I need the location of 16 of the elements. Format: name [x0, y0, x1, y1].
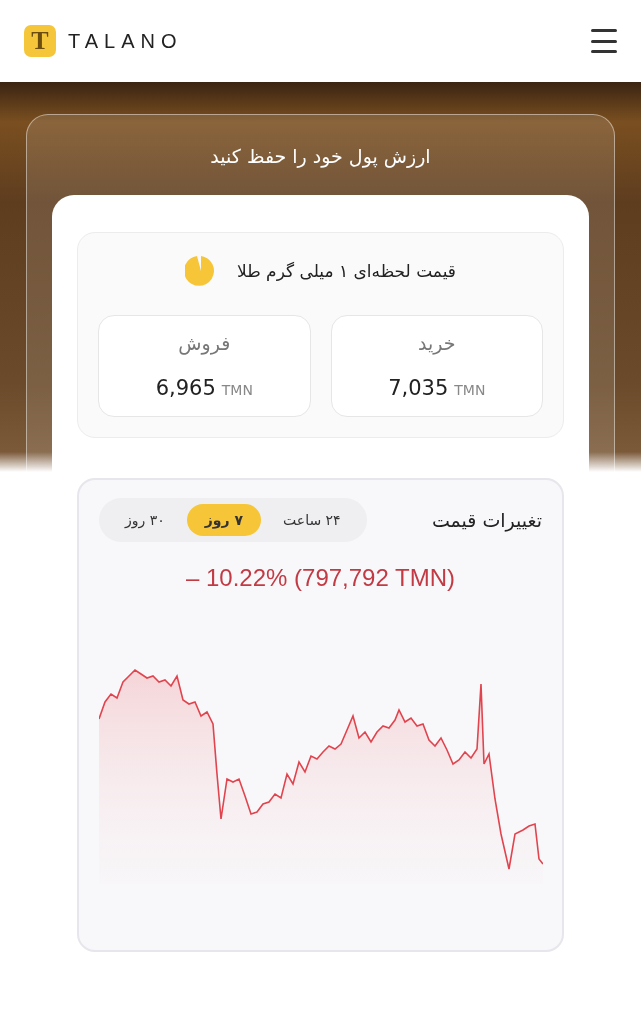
period-tab[interactable]: ۷ روز: [186, 504, 262, 536]
brand-name: TALANO: [68, 29, 183, 53]
chart-title: تغییرات قیمت: [431, 509, 542, 531]
price-value: 7,035: [388, 376, 449, 400]
price-value: 6,965: [155, 376, 216, 400]
price-label: فروش: [178, 332, 231, 354]
menu-button[interactable]: [591, 29, 617, 53]
period-tab[interactable]: ۳۰ روز: [107, 504, 183, 536]
currency-unit: TMN: [221, 382, 253, 398]
price-change: – 10.22% (797,792 TMN): [184, 564, 456, 592]
price-title: قیمت لحظه‌ای ۱ میلی گرم طلا: [237, 261, 456, 281]
currency-unit: TMN: [454, 382, 486, 398]
logo-icon: T: [24, 25, 56, 57]
hero-title: ارزش پول خود را حفظ کنید: [210, 145, 431, 167]
period-tab[interactable]: ۲۴ ساعت: [265, 504, 359, 536]
price-label: خرید: [418, 332, 456, 354]
